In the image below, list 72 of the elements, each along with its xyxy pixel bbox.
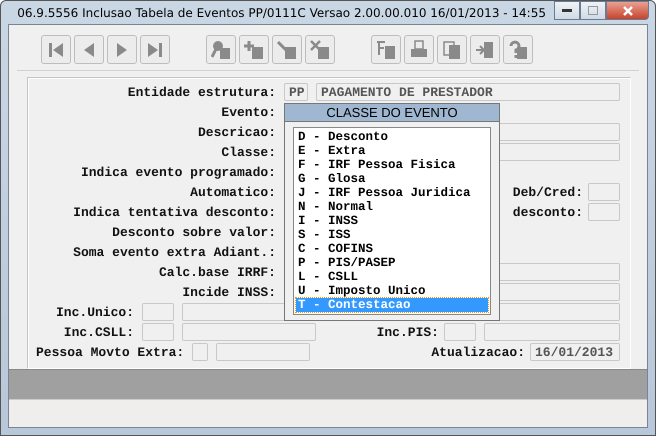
description-field[interactable]: PAGAMENTO DE PRESTADOR — [316, 83, 620, 101]
field-label: Descricao: — [196, 124, 276, 140]
list-option[interactable]: J - IRF Pessoa Juridica — [296, 186, 488, 200]
field-label: Soma evento extra Adiant.: — [72, 244, 276, 260]
toolbar-button[interactable] — [272, 35, 302, 64]
text-field[interactable] — [484, 323, 620, 341]
code-field[interactable] — [142, 323, 174, 341]
toolbar-button[interactable] — [239, 35, 269, 64]
list-option[interactable]: S - ISS — [296, 228, 488, 242]
field-label: Classe: — [220, 144, 276, 160]
minimize-button[interactable] — [554, 1, 580, 20]
delete-icon — [310, 40, 330, 60]
field-label: Deb/Cred: — [512, 184, 583, 200]
code-field[interactable]: PP — [284, 83, 308, 101]
toolbar-button[interactable] — [503, 35, 533, 64]
field-label: Indica tentativa desconto: — [72, 204, 276, 220]
toolbar-button[interactable] — [140, 35, 170, 64]
field-label: Evento: — [220, 104, 276, 120]
form-icon — [376, 40, 396, 60]
toolbar-button[interactable] — [107, 35, 137, 64]
flag-field[interactable] — [192, 343, 208, 361]
list-option[interactable]: G - Glosa — [296, 172, 488, 186]
door-icon — [475, 40, 495, 60]
date-field[interactable]: 16/01/2013 — [530, 343, 620, 361]
text-field[interactable] — [182, 323, 316, 341]
text-field[interactable] — [588, 203, 620, 221]
help-icon — [508, 40, 528, 60]
toolbar-button[interactable] — [74, 35, 104, 64]
minimize-icon — [562, 8, 572, 12]
pages-icon — [442, 40, 462, 60]
toolbar-button[interactable] — [470, 35, 500, 64]
list-option[interactable]: E - Extra — [296, 144, 488, 158]
field-label: desconto: — [512, 204, 583, 220]
toolbar-button[interactable] — [305, 35, 335, 64]
list-option[interactable]: D - Desconto — [296, 130, 488, 144]
field-label: Inc.CSLL: — [62, 324, 134, 340]
popup-title: CLASSE DO EVENTO — [285, 104, 499, 122]
list-option[interactable]: U - Imposto Unico — [296, 284, 488, 298]
toolbar-button[interactable] — [41, 35, 71, 64]
code-field[interactable] — [142, 303, 174, 321]
field-label: Incide INSS: — [181, 284, 276, 300]
field-label: Automatico: — [189, 184, 276, 200]
maximize-icon — [588, 6, 598, 15]
code-field[interactable] — [444, 323, 476, 341]
window-title: 06.9.5556 Inclusao Tabela de Eventos PP/0111C Versao 2.00.00.010 16/01/2013 - 14:55 — [17, 6, 546, 20]
field-label: Entidade estrutura: — [126, 84, 276, 100]
add-icon — [244, 40, 264, 60]
field-label: Inc.PIS: — [376, 324, 439, 340]
toolbar-button[interactable] — [371, 35, 401, 64]
edit-icon — [277, 40, 297, 60]
field-label: Calc.base IRRF: — [158, 264, 276, 280]
field-label: Indica evento programado: — [80, 164, 276, 180]
list-option[interactable]: L - CSLL — [296, 270, 488, 284]
field-label: Atualizacao: — [431, 344, 525, 360]
text-field[interactable] — [216, 343, 310, 361]
toolbar-button[interactable] — [404, 35, 434, 64]
printer-icon — [409, 40, 429, 60]
field-label: Inc.Unico: — [54, 304, 134, 320]
list-option[interactable]: C - COFINS — [296, 242, 488, 256]
text-field[interactable] — [588, 183, 620, 201]
toolbar-button[interactable] — [437, 35, 467, 64]
field-label: Desconto sobre valor: — [111, 224, 276, 240]
toolbar-button[interactable] — [206, 35, 236, 64]
list-option[interactable]: N - Normal — [296, 200, 488, 214]
search-icon — [211, 40, 231, 60]
close-icon — [622, 6, 632, 16]
field-label: Pessoa Movto Extra: — [36, 344, 184, 360]
list-option[interactable]: P - PIS/PASEP — [296, 256, 488, 270]
list-option[interactable]: I - INSS — [296, 214, 488, 228]
close-button[interactable] — [606, 1, 649, 20]
list-option[interactable]: F - IRF Pessoa Fisica — [296, 158, 488, 172]
maximize-button[interactable] — [580, 1, 606, 20]
